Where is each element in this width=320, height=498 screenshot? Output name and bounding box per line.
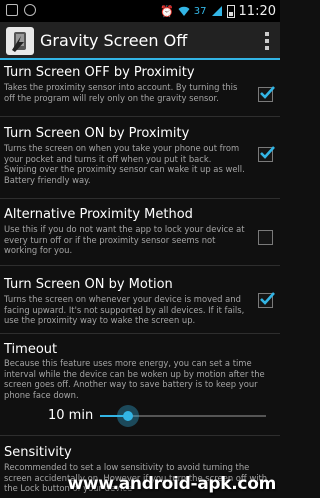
pref-summary: Because this feature uses more energy, y… — [4, 358, 265, 400]
pref-title: Timeout — [4, 342, 58, 357]
action-bar: Gravity Screen Off — [0, 22, 280, 60]
checkmark-icon — [260, 146, 275, 159]
battery-icon — [226, 4, 235, 18]
checkmark-icon — [260, 86, 275, 99]
pref-title: Alternative Proximity Method — [4, 207, 193, 222]
battery-percent: 37 — [193, 5, 207, 17]
pref-title: Turn Screen OFF by Proximity — [4, 65, 195, 80]
pref-timeout: Timeout Because this feature uses more e… — [0, 334, 280, 427]
status-icons: ⏰ 37 11:20 — [160, 3, 276, 19]
pref-title: Turn Screen ON by Proximity — [4, 126, 190, 141]
alarm-icon: ⏰ — [160, 4, 174, 18]
watermark: www.android-apk.com — [67, 474, 276, 494]
pref-summary: Takes the proximity sensor into account.… — [4, 82, 238, 103]
cell-signal-icon — [211, 6, 222, 16]
pref-summary: Turns the screen on when you take your p… — [4, 143, 245, 185]
notification-icon — [6, 4, 18, 16]
pref-motion-on[interactable]: Turn Screen ON by Motion Turns the scree… — [0, 266, 280, 330]
pref-proximity-on[interactable]: Turn Screen ON by Proximity Turns the sc… — [0, 117, 280, 193]
timeout-slider[interactable] — [100, 405, 266, 427]
pref-proximity-off[interactable]: Turn Screen OFF by Proximity Takes the p… — [0, 60, 280, 112]
status-time: 11:20 — [238, 3, 276, 19]
motion-on-checkbox[interactable] — [258, 292, 275, 308]
checkmark-icon — [260, 292, 275, 305]
pref-summary: Turns the screen on whenever your device… — [4, 294, 245, 325]
app-icon[interactable] — [6, 27, 34, 55]
pref-title: Sensitivity — [4, 445, 72, 460]
preferences-list: Turn Screen OFF by Proximity Takes the p… — [0, 60, 280, 498]
timeout-value: 10 min — [48, 408, 94, 423]
overflow-menu-icon[interactable] — [264, 32, 270, 50]
wifi-icon — [178, 6, 190, 16]
slider-thumb[interactable] — [117, 405, 139, 427]
app-title: Gravity Screen Off — [40, 31, 188, 50]
pref-summary: Use this if you do not want the app to l… — [4, 224, 245, 255]
alt-proximity-checkbox[interactable] — [258, 230, 273, 245]
notification-icon — [24, 4, 36, 16]
pref-title: Turn Screen ON by Motion — [4, 277, 173, 292]
proximity-on-checkbox[interactable] — [258, 146, 275, 162]
proximity-off-checkbox[interactable] — [258, 86, 275, 102]
app-logo-icon — [12, 32, 26, 52]
status-bar: ⏰ 37 11:20 — [0, 0, 280, 22]
pref-alt-proximity[interactable]: Alternative Proximity Method Use this if… — [0, 199, 280, 259]
